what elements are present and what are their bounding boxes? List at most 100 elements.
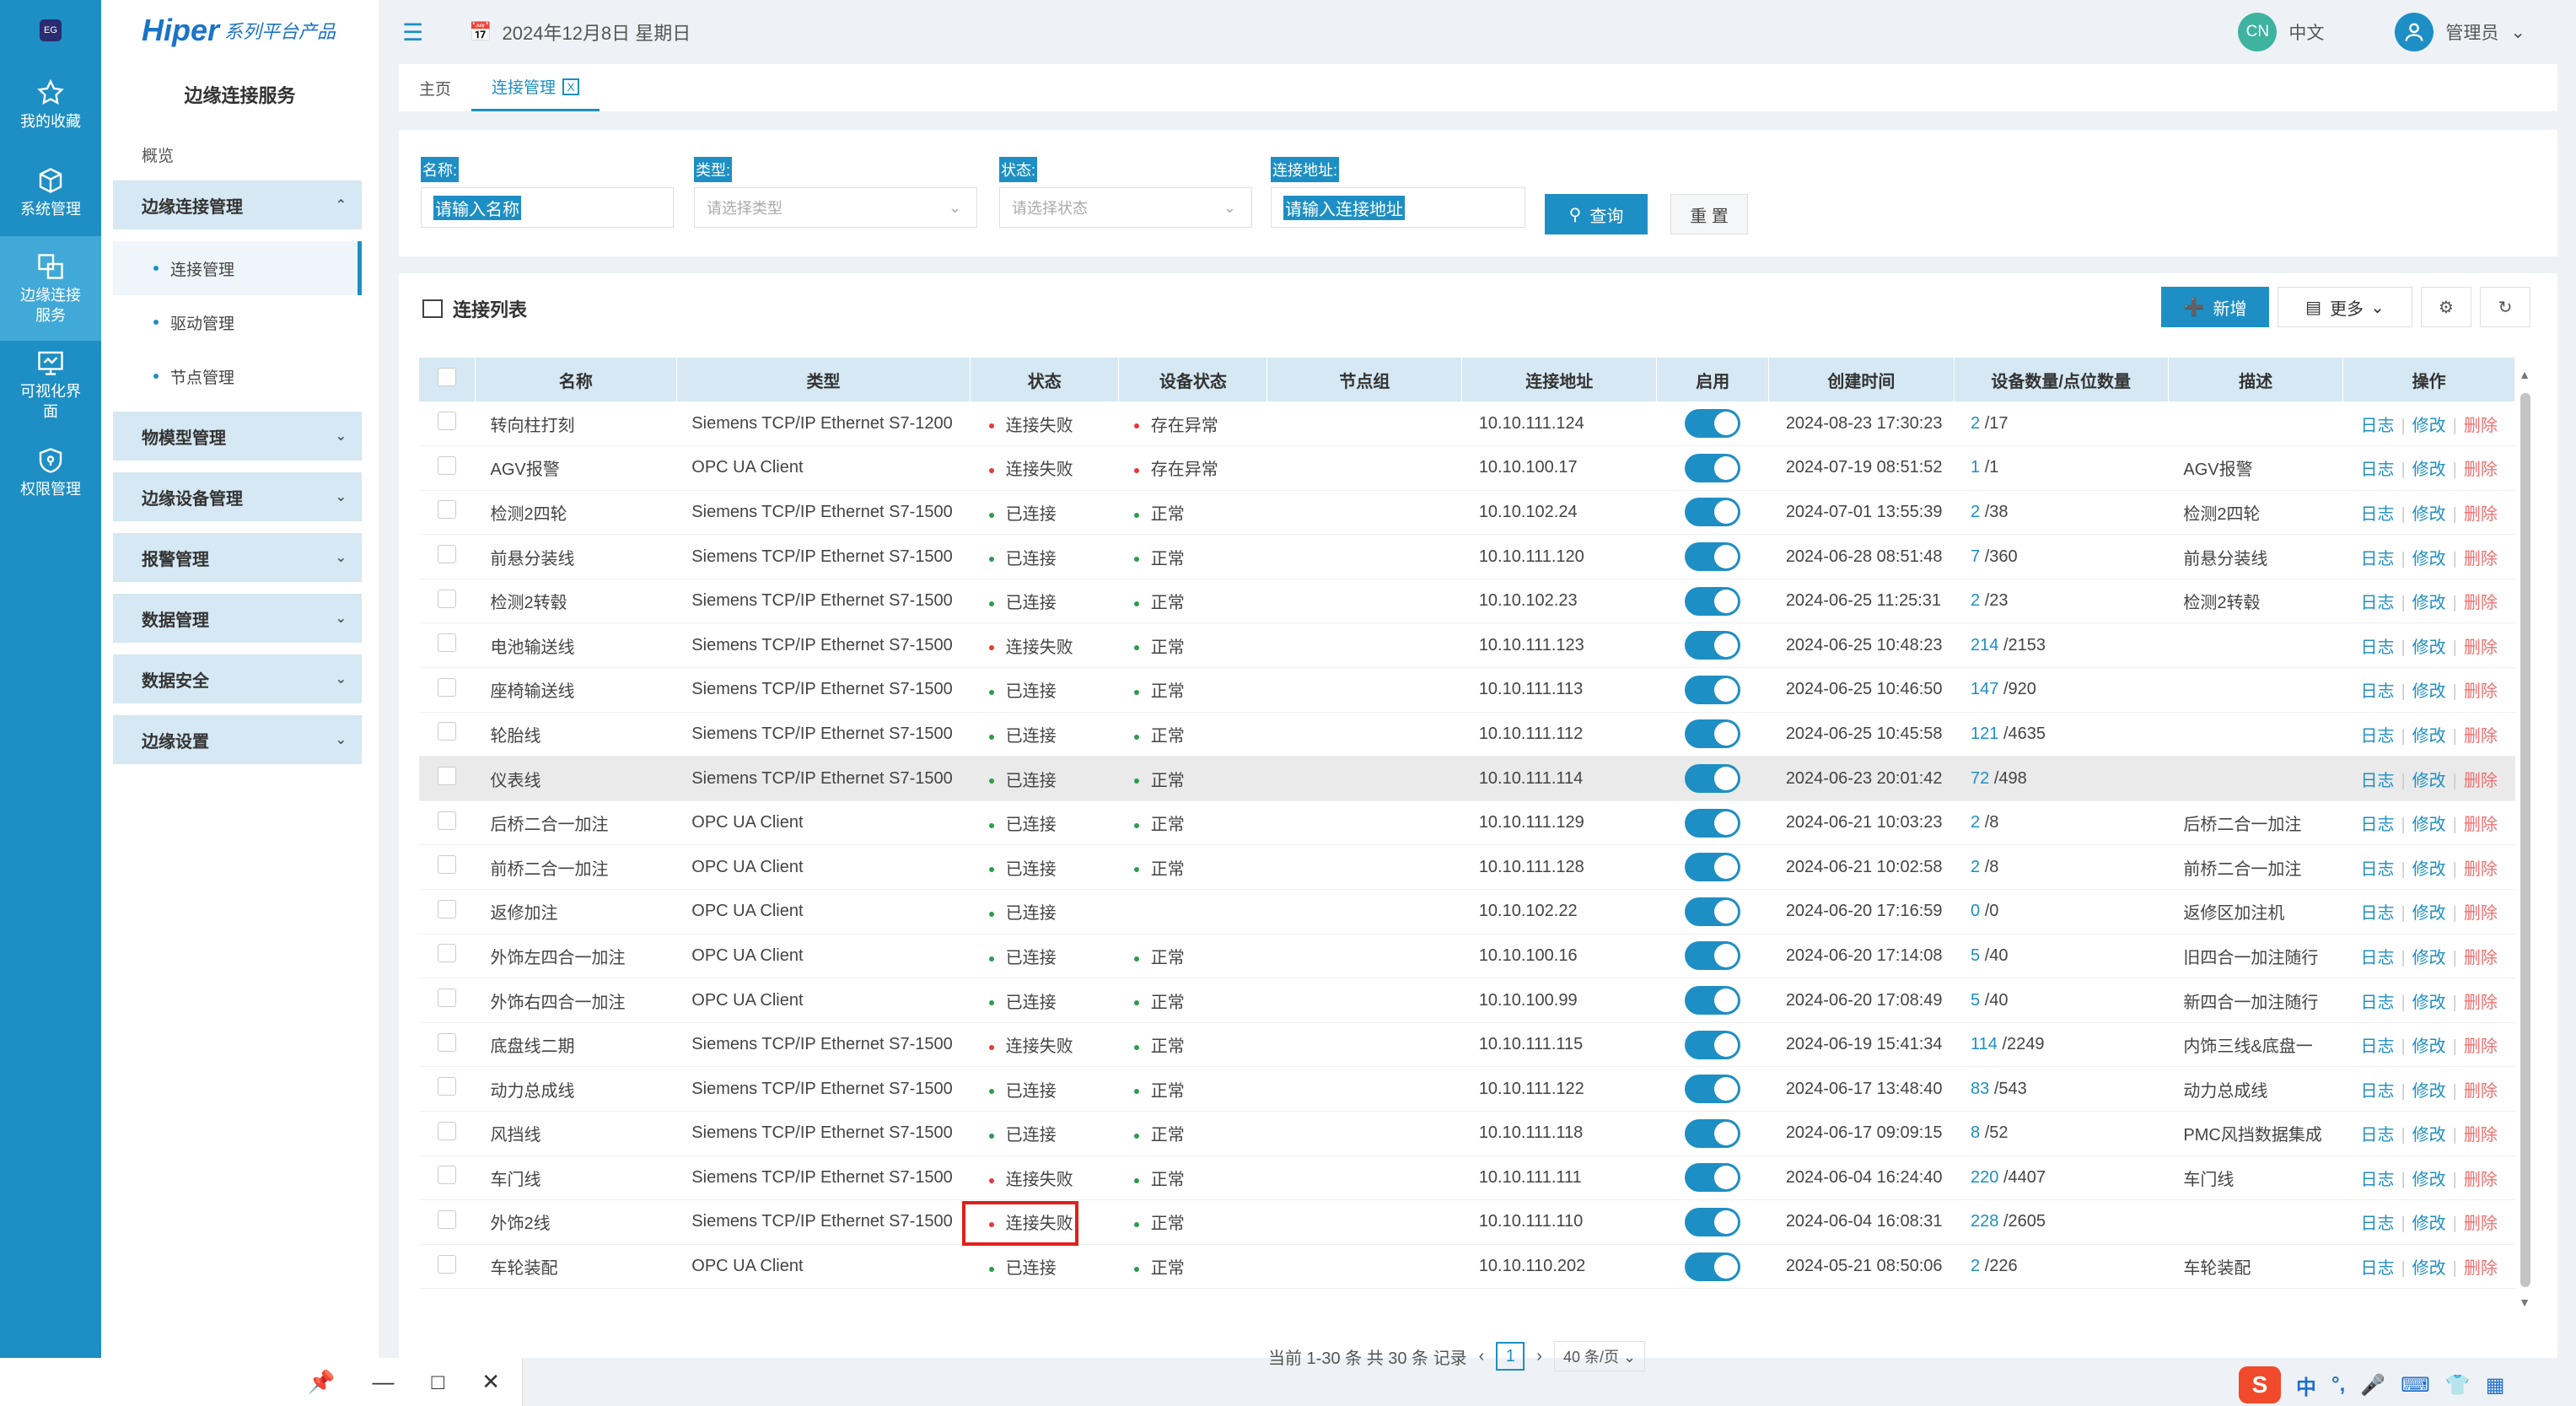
enable-toggle[interactable] bbox=[1685, 986, 1741, 1015]
enable-toggle[interactable] bbox=[1685, 853, 1741, 882]
close-icon[interactable]: X bbox=[562, 78, 580, 95]
delete-link[interactable]: 删除 bbox=[2464, 860, 2498, 879]
table-row[interactable]: 座椅输送线 Siemens TCP/IP Ethernet S7-1500 已连接正… bbox=[419, 667, 2515, 713]
edit-link[interactable]: 修改 bbox=[2412, 638, 2446, 657]
skin-icon[interactable]: 👕 bbox=[2445, 1373, 2471, 1398]
sidebar-item-node-mgmt[interactable]: 节点管理 bbox=[101, 349, 379, 403]
device-count-link[interactable]: 83 bbox=[1971, 1080, 1989, 1098]
log-link[interactable]: 日志 bbox=[2360, 417, 2394, 435]
col-created[interactable]: 创建时间 bbox=[1768, 358, 1955, 401]
delete-link[interactable]: 删除 bbox=[2464, 727, 2498, 746]
edit-link[interactable]: 修改 bbox=[2412, 1082, 2446, 1101]
edit-link[interactable]: 修改 bbox=[2412, 1171, 2446, 1189]
delete-link[interactable]: 删除 bbox=[2464, 949, 2498, 967]
delete-link[interactable]: 删除 bbox=[2464, 772, 2498, 790]
log-link[interactable]: 日志 bbox=[2360, 949, 2394, 967]
enable-toggle[interactable] bbox=[1685, 719, 1741, 749]
table-row[interactable]: 前桥二合一加注 OPC UA Client 已连接 正常 10.10.111.128 20… bbox=[419, 844, 2515, 891]
page-size-select[interactable]: 40 条/页 ⌄ bbox=[1553, 1341, 1646, 1371]
delete-link[interactable]: 删除 bbox=[2464, 638, 2498, 657]
edit-link[interactable]: 修改 bbox=[2412, 727, 2446, 746]
name-input[interactable]: 请输入名称 bbox=[421, 187, 674, 228]
log-link[interactable]: 日志 bbox=[2360, 772, 2394, 790]
sidebar-item-driver-mgmt[interactable]: 驱动管理 bbox=[101, 295, 379, 349]
page-button[interactable]: 1 bbox=[1496, 1342, 1525, 1371]
delete-link[interactable]: 删除 bbox=[2464, 594, 2498, 612]
device-count-link[interactable]: 7 bbox=[1971, 547, 1980, 566]
row-checkbox[interactable] bbox=[419, 1022, 476, 1068]
rail-item-permissions[interactable]: 权限管理 bbox=[0, 428, 101, 516]
scroll-down-icon[interactable]: ▼ bbox=[2515, 1296, 2534, 1312]
select-all-checkbox[interactable] bbox=[419, 358, 476, 401]
row-checkbox[interactable] bbox=[419, 712, 476, 757]
pin-icon[interactable]: 📌 bbox=[308, 1369, 335, 1395]
table-row[interactable]: 返修加注 OPC UA Client 已连接 10.10.102.22 2024-06-… bbox=[419, 889, 2515, 935]
log-link[interactable]: 日志 bbox=[2360, 1215, 2394, 1233]
edit-link[interactable]: 修改 bbox=[2412, 461, 2446, 479]
device-count-link[interactable]: 0 bbox=[1971, 902, 1980, 920]
rail-item-visualization[interactable]: 可视化界面 bbox=[0, 341, 101, 428]
col-count[interactable]: 设备数量/点位数量 bbox=[1954, 358, 2169, 401]
delete-link[interactable]: 删除 bbox=[2464, 1215, 2498, 1233]
rail-item-system[interactable]: 系统管理 bbox=[0, 148, 101, 236]
delete-link[interactable]: 删除 bbox=[2464, 994, 2498, 1012]
edit-link[interactable]: 修改 bbox=[2412, 1037, 2446, 1056]
col-status[interactable]: 状态 bbox=[970, 358, 1120, 401]
address-input[interactable]: 请输入连接地址 bbox=[1271, 187, 1525, 228]
delete-link[interactable]: 删除 bbox=[2464, 1259, 2498, 1278]
col-enabled[interactable]: 启用 bbox=[1656, 358, 1770, 401]
device-count-link[interactable]: 228 bbox=[1971, 1212, 1998, 1231]
sidebar-item-overview[interactable]: 概览 bbox=[101, 128, 379, 180]
table-row[interactable]: 后桥二合一加注 OPC UA Client 已连接 正常 10.10.111.129 20… bbox=[419, 800, 2515, 846]
enable-toggle[interactable] bbox=[1685, 1118, 1741, 1148]
enable-toggle[interactable] bbox=[1685, 409, 1741, 439]
edit-link[interactable]: 修改 bbox=[2412, 816, 2446, 834]
vertical-scrollbar[interactable]: ▲ ▼ bbox=[2515, 368, 2534, 1312]
enable-toggle[interactable] bbox=[1685, 675, 1741, 704]
edit-link[interactable]: 修改 bbox=[2412, 417, 2446, 435]
device-count-link[interactable]: 2 bbox=[1971, 503, 1980, 521]
scroll-thumb[interactable] bbox=[2520, 393, 2530, 1287]
log-link[interactable]: 日志 bbox=[2360, 860, 2394, 879]
device-count-link[interactable]: 2 bbox=[1971, 858, 1980, 876]
table-row[interactable]: AGV报警 OPC UA Client 连接失败 存在异常 10.10.100.17 20… bbox=[419, 445, 2515, 491]
edit-link[interactable]: 修改 bbox=[2412, 949, 2446, 967]
delete-link[interactable]: 删除 bbox=[2464, 550, 2498, 568]
refresh-button[interactable]: ↻ bbox=[2480, 287, 2530, 327]
log-link[interactable]: 日志 bbox=[2360, 594, 2394, 612]
sidebar-group-alarm[interactable]: 报警管理 ⌄ bbox=[113, 533, 362, 582]
query-button[interactable]: ⚲ 查询 bbox=[1545, 194, 1648, 234]
row-checkbox[interactable] bbox=[419, 934, 476, 979]
log-link[interactable]: 日志 bbox=[2360, 1126, 2394, 1145]
edit-link[interactable]: 修改 bbox=[2412, 594, 2446, 612]
delete-link[interactable]: 删除 bbox=[2464, 461, 2498, 479]
table-row[interactable]: 外饰左四合一加注 OPC UA Client 已连接 正常 10.10.100.16 20… bbox=[419, 934, 2515, 979]
enable-toggle[interactable] bbox=[1685, 453, 1741, 482]
device-count-link[interactable]: 147 bbox=[1971, 680, 1998, 698]
prev-page-icon[interactable]: ‹ bbox=[1479, 1347, 1485, 1366]
row-checkbox[interactable] bbox=[419, 800, 476, 846]
edit-link[interactable]: 修改 bbox=[2412, 860, 2446, 879]
row-checkbox[interactable] bbox=[419, 490, 476, 536]
next-page-icon[interactable]: › bbox=[1536, 1347, 1542, 1366]
row-checkbox[interactable] bbox=[419, 622, 476, 669]
log-link[interactable]: 日志 bbox=[2360, 550, 2394, 568]
enable-toggle[interactable] bbox=[1685, 542, 1741, 572]
table-row[interactable]: 车门线 Siemens TCP/IP Ethernet S7-1500 连接失败 正常… bbox=[419, 1156, 2515, 1201]
device-count-link[interactable]: 5 bbox=[1971, 946, 1980, 965]
table-row[interactable]: 轮胎线 Siemens TCP/IP Ethernet S7-1500 已连接 正常 1… bbox=[419, 712, 2515, 757]
enable-toggle[interactable] bbox=[1685, 586, 1741, 616]
table-row[interactable]: 前悬分装线 Siemens TCP/IP Ethernet S7-1500 已连接正… bbox=[419, 534, 2515, 579]
language-badge[interactable]: CN bbox=[2238, 13, 2278, 51]
microphone-icon[interactable]: 🎤 bbox=[2360, 1373, 2385, 1398]
delete-link[interactable]: 删除 bbox=[2464, 505, 2498, 524]
type-select[interactable]: 请选择类型 ⌄ bbox=[694, 187, 977, 228]
row-checkbox[interactable] bbox=[419, 1111, 476, 1156]
punctuation-icon[interactable]: °, bbox=[2331, 1373, 2345, 1397]
log-link[interactable]: 日志 bbox=[2360, 638, 2394, 657]
device-count-link[interactable]: 114 bbox=[1971, 1035, 1998, 1053]
device-count-link[interactable]: 2 bbox=[1971, 414, 1980, 433]
device-count-link[interactable]: 2 bbox=[1971, 591, 1980, 610]
enable-toggle[interactable] bbox=[1685, 1252, 1741, 1281]
enable-toggle[interactable] bbox=[1685, 764, 1741, 794]
